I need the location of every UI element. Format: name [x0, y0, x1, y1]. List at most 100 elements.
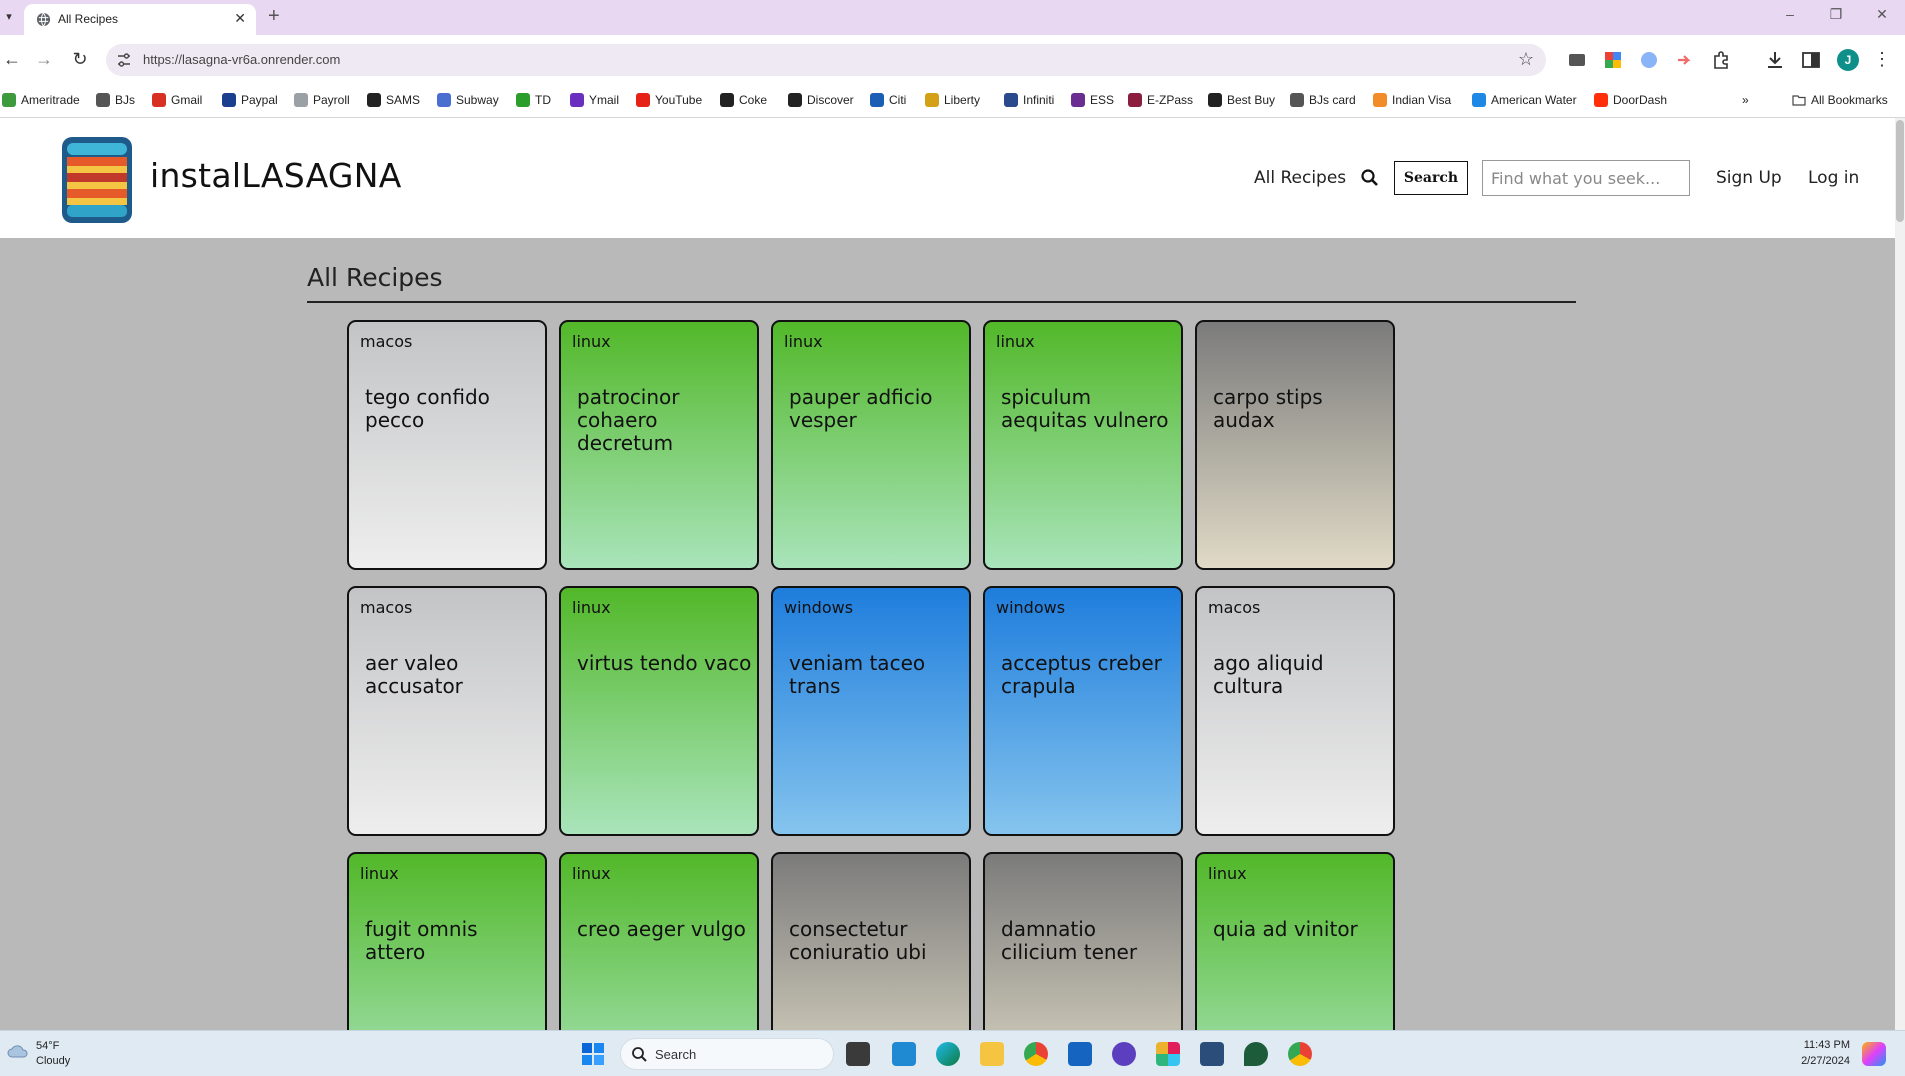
sign-up-link[interactable]: Sign Up — [1716, 168, 1782, 188]
bookmark-chevron-icon[interactable]: » — [1742, 93, 1749, 107]
vscode-icon[interactable] — [892, 1042, 916, 1066]
recipe-name: consectetur coniuratio ubi — [789, 917, 927, 964]
minimize-icon[interactable]: – — [1780, 6, 1800, 22]
reload-icon[interactable]: ↻ — [68, 47, 92, 71]
bookmark-item[interactable]: Indian Visa — [1373, 93, 1451, 107]
back-arrow-icon[interactable]: ← — [0, 47, 24, 71]
globe-icon — [36, 12, 51, 27]
bookmark-item[interactable]: Paypal — [222, 93, 278, 107]
log-in-link[interactable]: Log in — [1808, 168, 1859, 188]
bookmark-star-icon[interactable]: ☆ — [1518, 49, 1534, 70]
page-scrollbar-thumb[interactable] — [1896, 120, 1904, 222]
extension-icon[interactable] — [1566, 49, 1588, 71]
window-close-icon[interactable]: ✕ — [1872, 6, 1892, 23]
bookmark-item[interactable]: E-ZPass — [1128, 93, 1193, 107]
search-input[interactable] — [1482, 160, 1690, 196]
file-explorer-icon[interactable] — [980, 1042, 1004, 1066]
recipe-name: quia ad vinitor — [1213, 917, 1358, 941]
all-bookmarks-button[interactable]: All Bookmarks — [1792, 93, 1888, 107]
mongodb-icon[interactable] — [1244, 1042, 1268, 1066]
brand-name[interactable]: instalLASAGNA — [150, 156, 402, 195]
search-icon — [632, 1047, 647, 1062]
bookmark-label: YouTube — [655, 93, 703, 107]
recipe-card[interactable]: linux spiculum aequitas vulnero — [983, 320, 1183, 570]
edge-icon[interactable] — [936, 1042, 960, 1066]
recipe-card[interactable]: linux virtus tendo vaco — [559, 586, 759, 836]
forward-arrow-icon[interactable]: → — [32, 47, 56, 71]
new-tab-plus-icon[interactable]: + — [268, 5, 280, 28]
database-tool-icon[interactable] — [1200, 1042, 1224, 1066]
bookmark-item[interactable]: SAMS — [367, 93, 420, 107]
address-bar[interactable]: https://lasagna-vr6a.onrender.com ☆ — [106, 44, 1546, 76]
page-title: All Recipes — [307, 263, 443, 292]
bookmark-label: Payroll — [313, 93, 350, 107]
taskbar-search-label: Search — [655, 1047, 697, 1062]
title-divider — [307, 301, 1576, 303]
google-extension-icon[interactable] — [1602, 49, 1624, 71]
bookmark-item[interactable]: BJs — [96, 93, 135, 107]
page-scrollbar[interactable] — [1895, 118, 1905, 1030]
slack-icon[interactable] — [1156, 1042, 1180, 1066]
store-icon[interactable] — [1068, 1042, 1092, 1066]
bookmark-item[interactable]: YouTube — [636, 93, 702, 107]
app-purple-icon[interactable] — [1112, 1042, 1136, 1066]
bookmark-item[interactable]: Discover — [788, 93, 854, 107]
bookmark-item[interactable]: Coke — [720, 93, 767, 107]
recipe-card[interactable]: linux patrocinor cohaero decretum — [559, 320, 759, 570]
bookmark-item[interactable]: DoorDash — [1594, 93, 1667, 107]
bookmark-item[interactable]: Payroll — [294, 93, 350, 107]
puzzle-extensions-icon[interactable] — [1710, 49, 1732, 71]
nav-all-recipes[interactable]: All Recipes — [1254, 168, 1346, 188]
browser-tab-active[interactable]: All Recipes ✕ — [24, 4, 256, 35]
recipe-card[interactable]: windows veniam taceo trans — [771, 586, 971, 836]
bookmark-item[interactable]: Liberty — [925, 93, 980, 107]
bookmark-item[interactable]: BJs card — [1290, 93, 1356, 107]
bookmark-item[interactable]: Ameritrade — [2, 93, 80, 107]
menu-kebab-icon[interactable]: ⋮ — [1870, 47, 1894, 71]
bookmark-item[interactable]: TD — [516, 93, 551, 107]
recipe-card[interactable]: linux pauper adficio vesper — [771, 320, 971, 570]
bookmark-item[interactable]: Best Buy — [1208, 93, 1275, 107]
arrow-extension-icon[interactable] — [1674, 49, 1696, 71]
magnifier-icon[interactable] — [1360, 168, 1380, 188]
windows-start-icon[interactable] — [581, 1042, 605, 1066]
side-panel-icon[interactable] — [1800, 49, 1822, 71]
search-button[interactable]: Search — [1394, 161, 1468, 195]
recipe-card[interactable]: macos ago aliquid cultura — [1195, 586, 1395, 836]
recipe-card[interactable]: macos aer valeo accusator — [347, 586, 547, 836]
profile-avatar[interactable]: J — [1837, 49, 1859, 71]
restore-icon[interactable]: ❐ — [1826, 6, 1846, 23]
bookmark-label: Indian Visa — [1392, 93, 1452, 107]
tab-list-chevron-icon[interactable]: ▾ — [0, 8, 18, 26]
recipe-card[interactable]: windows acceptus creber crapula — [983, 586, 1183, 836]
recipe-card[interactable]: carpo stips audax — [1195, 320, 1395, 570]
bookmark-item[interactable]: American Water — [1472, 93, 1577, 107]
clock-date[interactable]: 2/27/2024 — [1792, 1055, 1850, 1067]
bookmark-item[interactable]: ESS — [1071, 93, 1114, 107]
cloud-icon[interactable] — [6, 1041, 30, 1061]
bookmark-item[interactable]: Subway — [437, 93, 499, 107]
site-settings-icon[interactable] — [116, 52, 132, 68]
clock-time[interactable]: 11:43 PM — [1792, 1039, 1850, 1051]
bookmark-item[interactable]: Gmail — [152, 93, 202, 107]
copilot-icon[interactable] — [1862, 1042, 1886, 1066]
weather-temperature: 54°F — [36, 1040, 60, 1052]
download-icon[interactable] — [1764, 49, 1786, 71]
task-view-icon[interactable] — [846, 1042, 870, 1066]
recipe-name: ago aliquid cultura — [1213, 651, 1324, 698]
taskbar-search[interactable]: Search — [620, 1038, 834, 1070]
chrome-icon[interactable] — [1024, 1042, 1048, 1066]
circle-extension-icon[interactable] — [1638, 49, 1660, 71]
tab-title: All Recipes — [58, 12, 119, 26]
bookmark-item[interactable]: Citi — [870, 93, 906, 107]
recipe-name: fugit omnis attero — [365, 917, 478, 964]
bookmark-item[interactable]: Infiniti — [1004, 93, 1054, 107]
recipe-os-label: linux — [996, 332, 1035, 351]
tab-close-icon[interactable]: ✕ — [234, 10, 246, 27]
chrome-profile-icon[interactable] — [1288, 1042, 1312, 1066]
lasagna-logo[interactable] — [58, 135, 136, 225]
recipe-name: acceptus creber crapula — [1001, 651, 1162, 698]
recipe-card[interactable]: macos tego confido pecco — [347, 320, 547, 570]
bookmark-favicon-icon — [1594, 93, 1608, 107]
bookmark-item[interactable]: Ymail — [570, 93, 619, 107]
